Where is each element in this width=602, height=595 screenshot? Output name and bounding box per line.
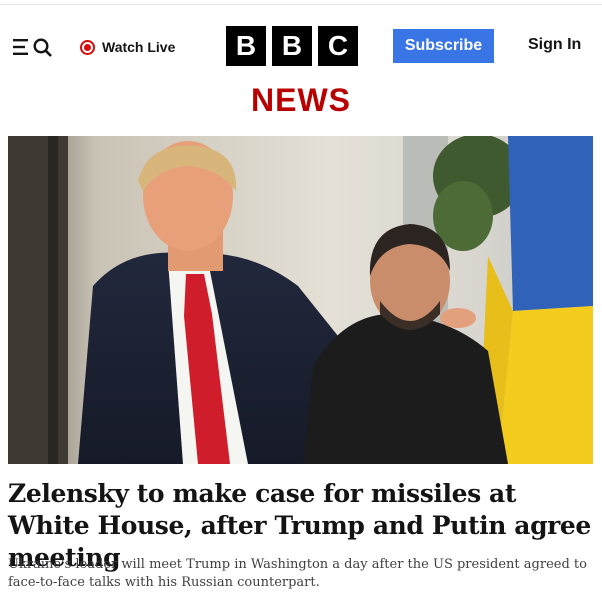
lead-photo-image xyxy=(8,136,593,464)
sign-in-link[interactable]: Sign In xyxy=(528,36,581,54)
article-summary: Ukraine's leader will meet Trump in Wash… xyxy=(8,557,587,590)
section-title[interactable]: NEWS xyxy=(0,82,602,119)
logo-letter: B xyxy=(272,26,312,66)
subscribe-button[interactable]: Subscribe xyxy=(393,29,494,63)
search-icon xyxy=(33,38,52,57)
logo-letter: C xyxy=(318,26,358,66)
live-record-icon xyxy=(80,39,95,55)
site-header: Watch Live B B C Subscribe Sign In xyxy=(0,6,602,84)
lead-photo[interactable] xyxy=(8,136,593,464)
top-edge xyxy=(0,0,602,5)
bbc-logo[interactable]: B B C xyxy=(226,26,358,66)
logo-letter: B xyxy=(226,26,266,66)
menu-search-button[interactable] xyxy=(13,36,55,58)
watch-live-link[interactable]: Watch Live xyxy=(80,35,175,59)
watch-live-label: Watch Live xyxy=(102,39,176,55)
